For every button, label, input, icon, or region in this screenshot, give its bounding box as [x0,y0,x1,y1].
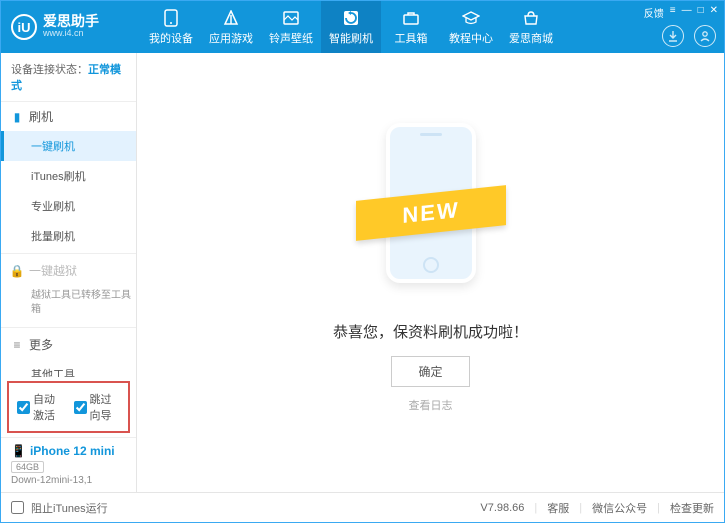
download-icon[interactable] [662,25,684,47]
checkbox-skip-guide[interactable]: 跳过向导 [74,391,121,423]
section-title: 刷机 [29,108,53,125]
brand-title: 爱思助手 [43,14,99,28]
service-link[interactable]: 客服 [547,500,569,516]
top-nav: 我的设备 应用游戏 铃声壁纸 智能刷机 工具箱 教程中心 爱思商城 [141,1,561,53]
phone-small-icon: 📱 [11,444,26,458]
section-title: 一键越狱 [29,262,77,279]
checkbox-auto-activate[interactable]: 自动激活 [17,391,64,423]
nav-label: 应用游戏 [209,30,253,46]
footer: 阻止iTunes运行 V7.98.66 | 客服 | 微信公众号 | 检查更新 [1,492,724,522]
nav-smart-flash[interactable]: 智能刷机 [321,1,381,53]
minimize-icon[interactable]: — [682,5,692,20]
app-header: iU 爱思助手 www.i4.cn 我的设备 应用游戏 铃声壁纸 智能刷机 工具… [1,1,724,53]
options-highlight: 自动激活 跳过向导 [7,381,130,433]
device-model: Down-12mini-13,1 [11,475,126,486]
nav-label: 铃声壁纸 [269,30,313,46]
wechat-link[interactable]: 微信公众号 [592,500,647,516]
sidebar-item-oneclick-flash[interactable]: 一键刷机 [1,131,136,161]
checkbox-label: 自动激活 [33,391,64,423]
user-icon[interactable] [694,25,716,47]
section-title: 更多 [29,336,53,353]
checkbox-block-itunes[interactable]: 阻止iTunes运行 [11,500,108,516]
brand-url: www.i4.cn [43,28,99,40]
section-more[interactable]: ≡ 更多 [1,330,136,359]
check-update-link[interactable]: 检查更新 [670,500,714,516]
nav-label: 智能刷机 [329,30,373,46]
section-flash[interactable]: ▮ 刷机 [1,102,136,131]
device-name: 📱iPhone 12 mini [11,444,126,458]
device-info[interactable]: 📱iPhone 12 mini 64GB Down-12mini-13,1 [1,437,136,492]
view-log-link[interactable]: 查看日志 [409,397,453,413]
phone-small-icon: ▮ [11,111,23,123]
store-icon [522,9,540,27]
sidebar-item-batch-flash[interactable]: 批量刷机 [1,221,136,251]
device-storage: 64GB [11,461,44,473]
sidebar-item-pro-flash[interactable]: 专业刷机 [1,191,136,221]
section-jailbreak[interactable]: 🔒 一键越狱 [1,256,136,285]
menu-icon[interactable]: ≡ [670,5,676,20]
graduation-icon [462,9,480,27]
nav-toolbox[interactable]: 工具箱 [381,1,441,53]
lock-icon: 🔒 [11,265,23,277]
nav-label: 工具箱 [395,30,428,46]
jailbreak-note: 越狱工具已转移至工具箱 [1,285,136,325]
ok-button[interactable]: 确定 [391,356,469,387]
success-message: 恭喜您，保资料刷机成功啦！ [333,321,528,342]
nav-label: 教程中心 [449,30,493,46]
phone-icon [162,9,180,27]
nav-store[interactable]: 爱思商城 [501,1,561,53]
nav-label: 我的设备 [149,30,193,46]
refresh-icon [342,9,360,27]
brand-logo-icon: iU [11,14,37,40]
nav-tutorials[interactable]: 教程中心 [441,1,501,53]
nav-ringtones[interactable]: 铃声壁纸 [261,1,321,53]
checkbox-label: 跳过向导 [90,391,121,423]
brand: iU 爱思助手 www.i4.cn [1,14,141,40]
nav-label: 爱思商城 [509,30,553,46]
success-illustration: NEW [366,123,496,303]
connection-status: 设备连接状态：正常模式 [1,53,136,102]
main-content: NEW 恭喜您，保资料刷机成功啦！ 确定 查看日志 [137,53,724,492]
maximize-icon[interactable]: □ [698,5,704,20]
connection-label: 设备连接状态： [11,64,88,76]
sidebar-item-other-tools[interactable]: 其他工具 [1,359,136,377]
version-label: V7.98.66 [480,502,524,514]
nav-apps[interactable]: 应用游戏 [201,1,261,53]
wallpaper-icon [282,9,300,27]
menu-icon: ≡ [11,339,23,351]
feedback-button[interactable]: 反馈 [644,5,664,20]
close-icon[interactable]: ✕ [710,5,718,20]
sidebar-item-itunes-flash[interactable]: iTunes刷机 [1,161,136,191]
new-banner: NEW [356,185,506,241]
toolbox-icon [402,9,420,27]
window-controls: 反馈 ≡ — □ ✕ [644,5,718,20]
sidebar: 设备连接状态：正常模式 ▮刷机 一键刷机 iTunes刷机 专业刷机 批量刷机 … [1,53,137,492]
checkbox-label: 阻止iTunes运行 [31,500,108,516]
apps-icon [222,9,240,27]
nav-my-device[interactable]: 我的设备 [141,1,201,53]
